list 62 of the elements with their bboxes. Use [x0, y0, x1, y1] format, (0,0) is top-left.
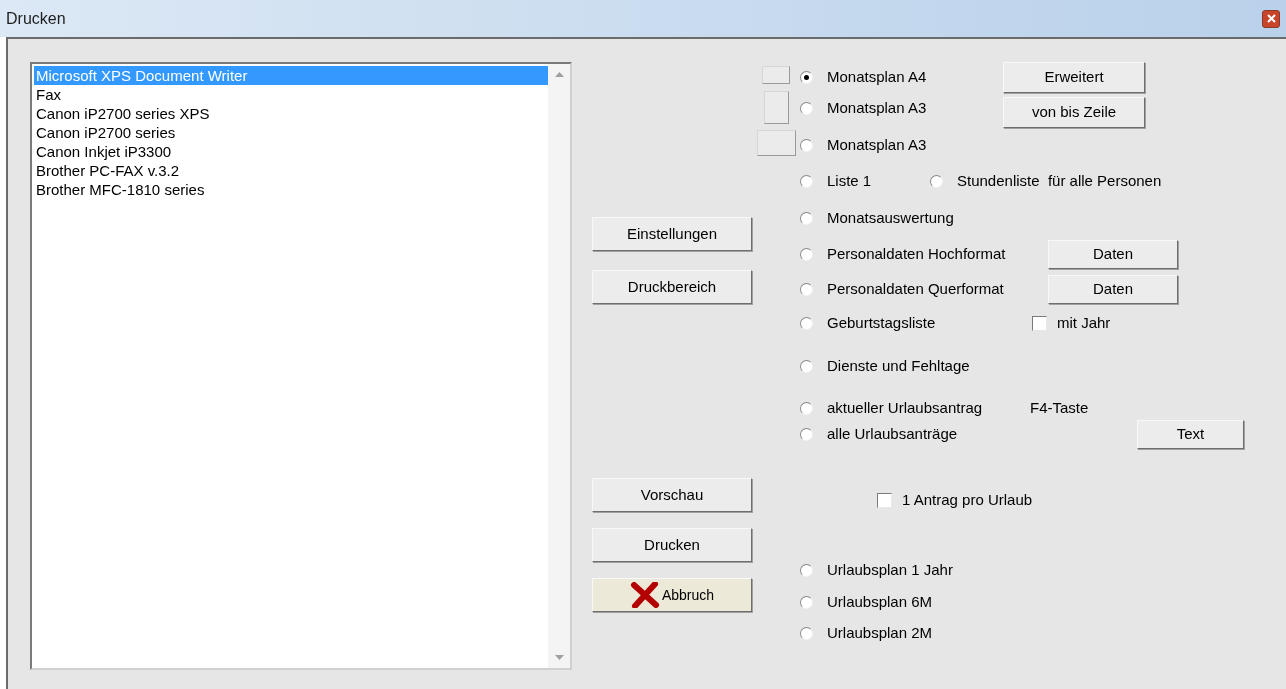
radio-button[interactable]	[800, 248, 813, 261]
close-button[interactable]	[1262, 9, 1280, 28]
option-label: aktueller Urlaubsantrag	[827, 398, 983, 419]
radio-button[interactable]	[800, 211, 813, 225]
option-label: Urlaubsplan 1 Jahr	[827, 559, 953, 580]
option-label: Monatsplan A4	[827, 66, 927, 87]
checkbox-label: 1 Antrag pro Urlaub	[902, 490, 1033, 511]
cancel-button[interactable]: Abbruch	[592, 578, 752, 612]
checkbox[interactable]	[1032, 315, 1047, 331]
radio-button[interactable]	[800, 70, 813, 84]
radio-button[interactable]	[800, 282, 813, 296]
radio-button[interactable]	[930, 174, 943, 188]
blank-button[interactable]	[762, 66, 790, 84]
radio-button[interactable]	[800, 102, 813, 115]
radio-button[interactable]	[800, 138, 813, 152]
radio-button[interactable]	[800, 595, 813, 609]
dialog-button[interactable]: Text	[1137, 420, 1244, 449]
option-label: Dienste und Fehltage	[827, 356, 970, 377]
scroll-down-icon[interactable]	[554, 655, 564, 660]
dialog-button[interactable]: Vorschau	[592, 478, 752, 512]
radio-button[interactable]	[800, 626, 813, 640]
dialog-button[interactable]: Einstellungen	[592, 217, 752, 251]
dialog-button[interactable]: von bis Zeile	[1003, 97, 1145, 128]
printer-item[interactable]: Brother MFC-1810 series	[34, 180, 548, 199]
option-label: Urlaubsplan 2M	[827, 622, 933, 643]
option-label: Monatsplan A3	[827, 98, 927, 119]
option-label: Urlaubsplan 6M	[827, 591, 933, 612]
printer-list[interactable]: Microsoft XPS Document Writer Fax Canon iP2700 series XPS Canon iP2700 series Canon Inkjet iP3300 Brother PC-FAX v.3.2 Brother MFC-1810 series	[30, 62, 572, 670]
option-label: Monatsauswertung	[827, 207, 954, 228]
dialog-button[interactable]: Daten	[1048, 274, 1178, 304]
radio-button[interactable]	[800, 563, 813, 577]
option-label: Personaldaten Hochformat	[827, 244, 1006, 265]
dialog-button[interactable]: Druckbereich	[592, 270, 752, 304]
option-label: Monatsplan A3	[827, 134, 927, 155]
scrollbar[interactable]	[548, 64, 570, 668]
option-label: Stundenliste für alle Personen	[957, 170, 1162, 191]
window-title: Drucken	[6, 8, 66, 29]
checkbox-label: mit Jahr	[1057, 312, 1111, 333]
radio-button[interactable]	[800, 428, 813, 441]
printer-item[interactable]: Brother PC-FAX v.3.2	[34, 161, 548, 180]
printer-item[interactable]: Fax	[34, 85, 548, 104]
scroll-up-icon[interactable]	[554, 72, 564, 77]
printer-item[interactable]: Canon Inkjet iP3300	[34, 142, 548, 161]
printer-item[interactable]: Canon iP2700 series	[34, 123, 548, 142]
radio-button[interactable]	[800, 316, 813, 330]
checkbox[interactable]	[877, 493, 892, 508]
printer-item[interactable]: Canon iP2700 series XPS	[34, 104, 548, 123]
radio-button[interactable]	[800, 360, 813, 373]
blank-button[interactable]	[763, 91, 789, 124]
close-icon	[1266, 14, 1276, 23]
dialog-button[interactable]: Erweitert	[1003, 62, 1145, 93]
dialog-button[interactable]: Drucken	[592, 528, 752, 562]
radio-button[interactable]	[800, 174, 813, 188]
option-label: Liste 1	[827, 170, 872, 191]
option-label: Geburtstagsliste	[827, 312, 936, 333]
hint-text: F4-Taste	[1030, 399, 1089, 417]
blank-button[interactable]	[756, 130, 796, 156]
option-label: alle Urlaubsanträge	[827, 424, 958, 445]
option-label: Personaldaten Querformat	[827, 278, 1004, 299]
radio-button[interactable]	[800, 402, 813, 415]
dialog-button[interactable]: Daten	[1048, 240, 1178, 269]
cross-icon	[629, 582, 660, 608]
